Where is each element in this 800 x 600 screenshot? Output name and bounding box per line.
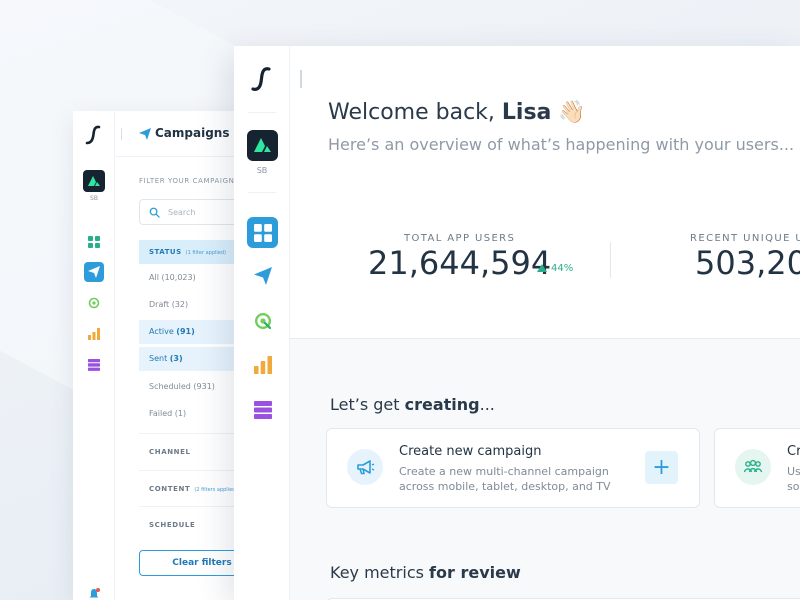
create-campaign-card[interactable]: Create new campaign Create a new multi-c… <box>326 428 700 508</box>
target-icon <box>88 297 100 309</box>
sidebar-item-dashboard[interactable] <box>84 232 104 252</box>
schedule-filter-header[interactable]: SCHEDULE <box>149 521 195 529</box>
card-description: Us so <box>787 465 800 493</box>
section-title-metrics: Key metrics for review <box>330 563 521 582</box>
send-icon <box>139 128 151 140</box>
front-sidebar: SB <box>234 46 290 600</box>
divider <box>300 70 302 88</box>
app-logo-icon <box>254 138 271 152</box>
megaphone-icon <box>347 449 383 485</box>
app-badge: SB <box>256 166 268 175</box>
search-icon <box>149 207 160 218</box>
back-sidebar: SB <box>73 111 115 600</box>
sidebar-item-data[interactable] <box>84 355 104 375</box>
sidebar-item-campaigns[interactable] <box>84 262 104 282</box>
stat-value: 503,201 <box>695 244 800 282</box>
welcome-heading: Welcome back, Lisa 👋🏻 <box>328 100 586 125</box>
welcome-section: Welcome back, Lisa 👋🏻 Here’s an overview… <box>290 46 800 339</box>
sidebar-item-dashboard[interactable] <box>247 217 278 248</box>
plus-icon: + <box>652 454 671 480</box>
sidebar-item-targeting[interactable] <box>247 305 278 336</box>
logo-icon[interactable] <box>82 123 106 147</box>
app-avatar[interactable] <box>83 170 105 192</box>
filter-heading: FILTER YOUR CAMPAIGNS <box>139 177 240 185</box>
sidebar-item-campaigns[interactable] <box>247 260 278 291</box>
target-icon <box>254 312 271 329</box>
sidebar-item-analytics[interactable] <box>84 324 104 344</box>
app-logo-icon <box>88 176 100 186</box>
bar-chart-icon <box>253 355 272 374</box>
logo-icon[interactable] <box>247 64 277 94</box>
card-title: Create new campaign <box>399 444 542 459</box>
sidebar-item-analytics[interactable] <box>247 349 278 380</box>
users-icon <box>735 449 771 485</box>
app-badge: SB <box>90 195 98 202</box>
send-icon <box>253 266 272 285</box>
stat-label: TOTAL APP USERS <box>404 233 516 244</box>
server-icon <box>253 400 272 419</box>
grid-icon <box>88 236 100 248</box>
divider <box>121 128 122 140</box>
server-icon <box>88 359 100 371</box>
sidebar-item-data[interactable] <box>247 394 278 425</box>
bar-chart-icon <box>88 328 100 340</box>
stat-label: RECENT UNIQUE U <box>690 233 800 244</box>
card-description: Create a new multi-channel campaign acro… <box>399 465 611 493</box>
welcome-subtitle: Here’s an overview of what’s happening w… <box>328 135 795 154</box>
channel-filter-header[interactable]: CHANNEL <box>149 448 191 456</box>
divider <box>248 112 276 113</box>
bell-icon[interactable] <box>88 588 100 600</box>
app-avatar[interactable] <box>247 130 278 161</box>
arrow-up-icon <box>537 264 547 272</box>
section-title-creating: Let’s get creating... <box>330 395 495 414</box>
page-title: Campaigns <box>155 126 230 140</box>
stat-value: 21,644,594 <box>368 244 552 282</box>
trend-badge: 44% <box>537 263 573 274</box>
divider <box>610 242 611 278</box>
grid-icon <box>253 223 272 242</box>
wave-icon: 👋🏻 <box>558 100 586 125</box>
sidebar-item-targeting[interactable] <box>84 293 104 313</box>
send-icon <box>88 266 100 278</box>
card-title: Cr <box>787 444 800 459</box>
create-segment-card[interactable]: Cr Us so <box>714 428 800 508</box>
add-campaign-button[interactable]: + <box>645 451 678 484</box>
divider <box>248 192 276 193</box>
content-filter-header[interactable]: CONTENT (2 filters applied) <box>149 485 237 493</box>
dashboard-window: SB Welcome back, Lisa 👋🏻 Here’s an overv… <box>234 46 800 600</box>
search-placeholder: Search <box>168 208 196 217</box>
